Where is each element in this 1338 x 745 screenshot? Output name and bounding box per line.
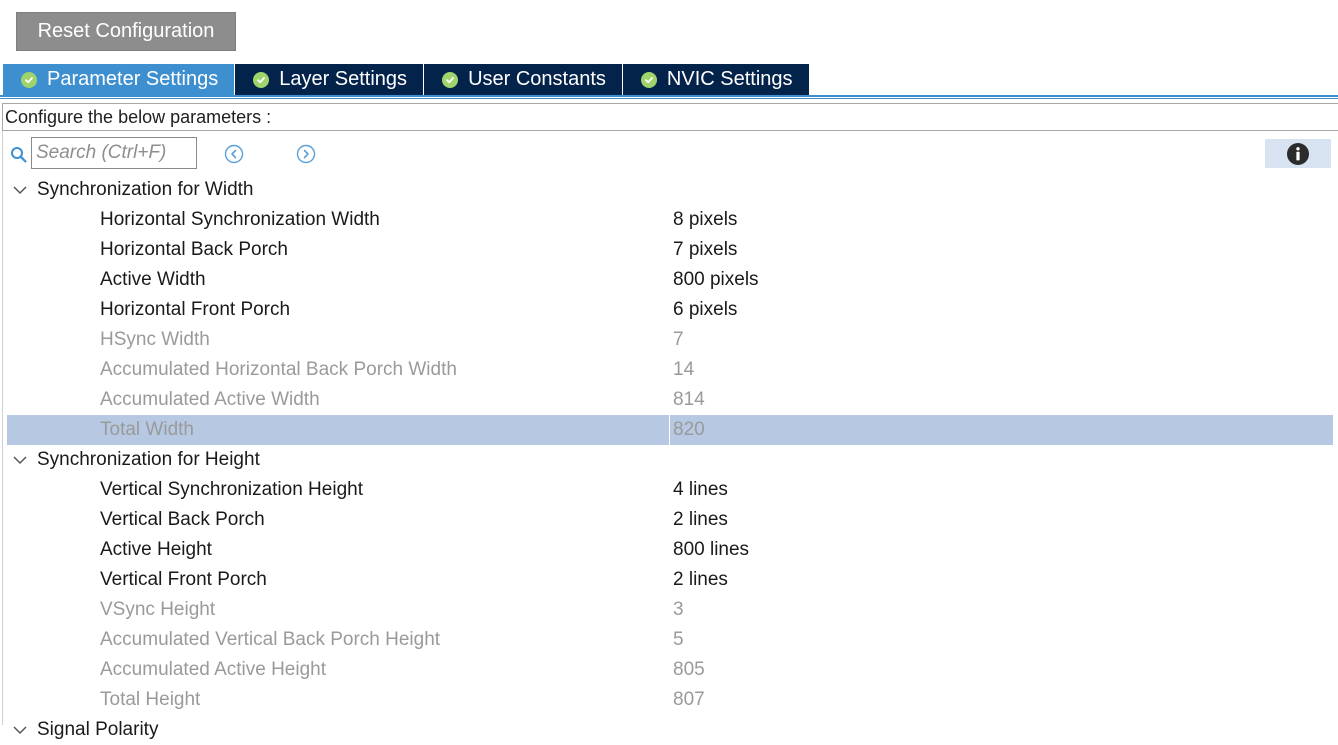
group-title: Synchronization for Width (37, 179, 254, 200)
info-icon (1287, 142, 1309, 165)
search-icon (11, 147, 27, 163)
param-row-vertical-back-porch[interactable]: Vertical Back Porch 2 lines (7, 505, 1333, 535)
param-row-horizontal-front-porch[interactable]: Horizontal Front Porch 6 pixels (7, 295, 1333, 325)
circle-chevron-left-icon[interactable] (224, 144, 244, 164)
param-value: 805 (673, 659, 705, 680)
param-row-horizontal-back-porch[interactable]: Horizontal Back Porch 7 pixels (7, 235, 1333, 265)
info-button[interactable] (1265, 139, 1331, 168)
parameter-tree: Synchronization for Width Horizontal Syn… (7, 175, 1333, 715)
param-row-active-height[interactable]: Active Height 800 lines (7, 535, 1333, 565)
param-row-horizontal-sync-width[interactable]: Horizontal Synchronization Width 8 pixel… (7, 205, 1333, 235)
check-circle-icon (640, 71, 657, 88)
param-value: 820 (673, 419, 705, 440)
param-label: Horizontal Front Porch (100, 299, 291, 320)
param-label: Accumulated Horizontal Back Porch Width (100, 359, 457, 380)
param-label: Vertical Front Porch (100, 569, 267, 590)
tab-user-constants[interactable]: User Constants (424, 64, 623, 95)
group-title: Signal Polarity (37, 719, 159, 740)
param-label: Accumulated Vertical Back Porch Height (100, 629, 441, 650)
search-input[interactable] (31, 137, 197, 169)
param-row-active-width[interactable]: Active Width 800 pixels (7, 265, 1333, 295)
column-divider (669, 415, 670, 445)
param-label: Vertical Synchronization Height (100, 479, 363, 500)
param-value[interactable]: 4 lines (673, 475, 728, 505)
search-bar (10, 137, 1331, 169)
group-signal-polarity[interactable]: Signal Polarity (7, 715, 158, 745)
param-label: Horizontal Synchronization Width (100, 209, 380, 230)
tab-underline (0, 95, 1338, 97)
chevron-down-icon[interactable] (11, 181, 29, 199)
panel-left-border (2, 131, 3, 725)
group-title: Synchronization for Height (37, 449, 260, 470)
check-circle-icon (21, 71, 37, 88)
param-label: Accumulated Active Width (100, 389, 320, 410)
param-row-accumulated-active-width: Accumulated Active Width 814 (7, 385, 1333, 415)
param-row-vsync-height: VSync Height 3 (7, 595, 1333, 625)
param-label: VSync Height (100, 599, 216, 620)
param-label: Horizontal Back Porch (100, 239, 288, 260)
tab-bar: Parameter Settings Layer Settings User C… (3, 64, 810, 95)
param-label: Total Width (100, 419, 194, 440)
param-value[interactable]: 2 lines (673, 565, 728, 595)
reset-configuration-button[interactable]: Reset Configuration (16, 12, 236, 51)
tab-underline-thin (0, 98, 1338, 99)
tab-label: Layer Settings (279, 68, 408, 90)
param-value[interactable]: 2 lines (673, 505, 728, 535)
check-circle-icon (253, 71, 270, 88)
param-row-vertical-front-porch[interactable]: Vertical Front Porch 2 lines (7, 565, 1333, 595)
param-value: 5 (673, 629, 684, 650)
check-circle-icon (442, 71, 459, 88)
param-value[interactable]: 800 lines (673, 535, 749, 565)
param-value: 3 (673, 599, 684, 620)
tab-label: User Constants (468, 68, 606, 90)
circle-chevron-right-icon[interactable] (296, 144, 316, 164)
param-row-total-height: Total Height 807 (7, 685, 1333, 715)
param-label: Vertical Back Porch (100, 509, 265, 530)
param-row-vertical-sync-height[interactable]: Vertical Synchronization Height 4 lines (7, 475, 1333, 505)
param-row-total-width[interactable]: Total Width 820 (7, 415, 1333, 445)
param-row-accumulated-vertical-back-porch-height: Accumulated Vertical Back Porch Height 5 (7, 625, 1333, 655)
tab-parameter-settings[interactable]: Parameter Settings (3, 64, 236, 95)
param-label: Active Width (100, 269, 206, 290)
param-row-accumulated-horizontal-back-porch-width: Accumulated Horizontal Back Porch Width … (7, 355, 1333, 385)
param-label: Total Height (100, 689, 201, 710)
param-value[interactable]: 800 pixels (673, 265, 759, 295)
param-value: 14 (673, 359, 695, 380)
chevron-down-icon[interactable] (11, 721, 29, 739)
chevron-down-icon[interactable] (11, 451, 29, 469)
param-row-hsync-width: HSync Width 7 (7, 325, 1333, 355)
param-value: 807 (673, 689, 705, 710)
param-label: HSync Width (100, 329, 210, 350)
param-value: 7 (673, 329, 684, 350)
param-label: Active Height (100, 539, 212, 560)
tab-label: NVIC Settings (666, 68, 793, 90)
group-synchronization-for-height[interactable]: Synchronization for Height (7, 445, 1333, 475)
param-value[interactable]: 6 pixels (673, 295, 737, 325)
param-row-accumulated-active-height: Accumulated Active Height 805 (7, 655, 1333, 685)
tab-label: Parameter Settings (47, 68, 219, 90)
tab-layer-settings[interactable]: Layer Settings (235, 64, 425, 95)
param-value[interactable]: 7 pixels (673, 235, 737, 265)
param-value[interactable]: 8 pixels (673, 205, 737, 235)
param-value: 814 (673, 389, 705, 410)
group-synchronization-for-width[interactable]: Synchronization for Width (7, 175, 1333, 205)
config-prompt: Configure the below parameters : (2, 103, 1338, 131)
param-label: Accumulated Active Height (100, 659, 327, 680)
tab-nvic-settings[interactable]: NVIC Settings (622, 64, 810, 95)
